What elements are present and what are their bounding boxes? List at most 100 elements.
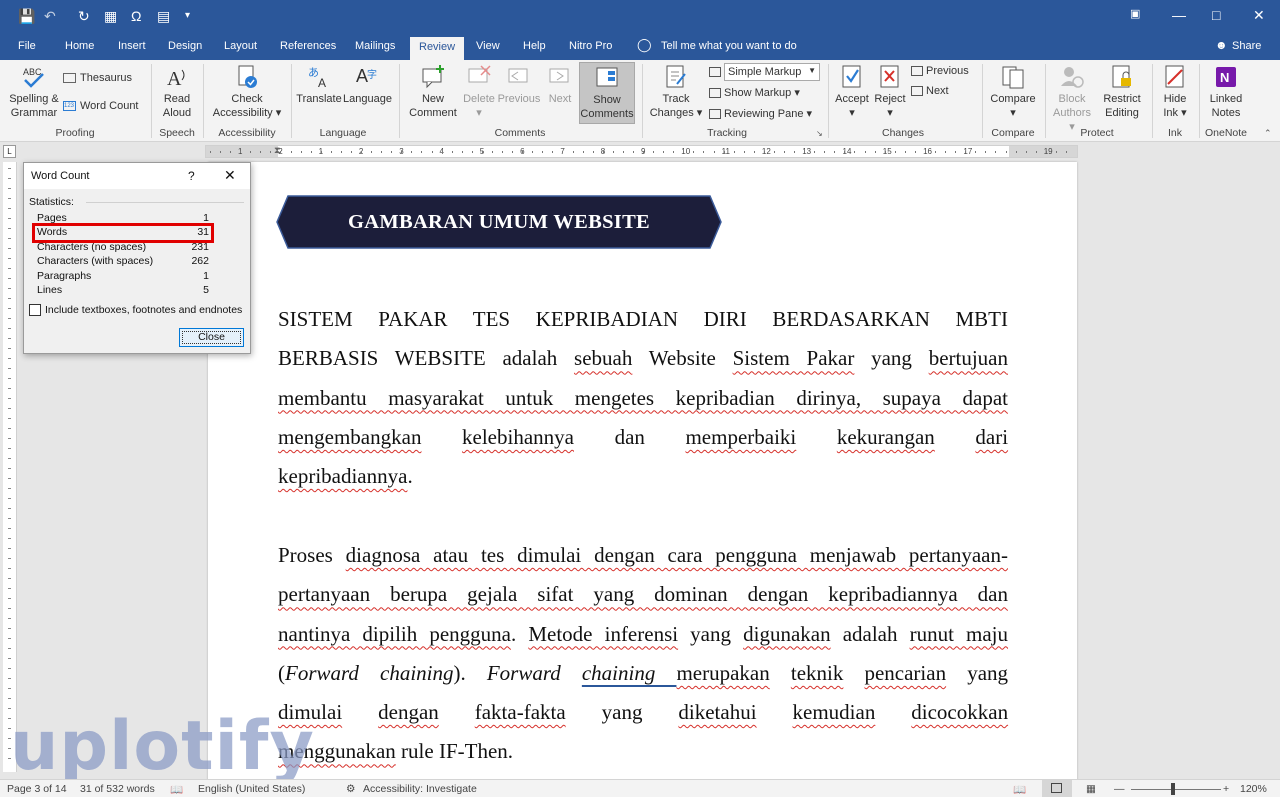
paragraph-2[interactable]: Proses diagnosa atau tes dimulai dengan … bbox=[278, 536, 1008, 772]
paragraph-1[interactable]: SISTEM PAKAR TES KEPRIBADIAN DIRI BERDAS… bbox=[278, 300, 1008, 496]
document-icon[interactable]: ▤ bbox=[157, 7, 170, 25]
zoom-out-button[interactable]: — bbox=[1114, 783, 1125, 795]
tab-nitro-pro[interactable]: Nitro Pro bbox=[569, 40, 612, 52]
share-button[interactable]: Share bbox=[1232, 40, 1261, 52]
ruler-tick bbox=[8, 248, 11, 249]
block-authors-button[interactable]: Block Authors ▾ bbox=[1049, 64, 1095, 134]
compare-button[interactable]: Compare ▾ bbox=[987, 64, 1039, 120]
ruler-tick bbox=[8, 268, 11, 269]
ruler-tick bbox=[8, 688, 11, 689]
reject-button[interactable]: Reject ▾ bbox=[872, 64, 908, 120]
tab-home[interactable]: Home bbox=[65, 40, 94, 52]
indent-marker-icon[interactable]: ⧗ bbox=[274, 145, 280, 156]
vertical-ruler[interactable] bbox=[3, 162, 17, 772]
ruler-tick bbox=[924, 151, 926, 153]
restrict-editing-button[interactable]: Restrict Editing bbox=[1098, 64, 1146, 120]
line-fragment: dan bbox=[614, 424, 645, 449]
hide-ink-button[interactable]: Hide Ink ▾ bbox=[1156, 64, 1194, 120]
read-aloud-button[interactable]: A Read Aloud bbox=[157, 64, 197, 120]
ruler-tick bbox=[290, 151, 292, 153]
zoom-level[interactable]: 120% bbox=[1240, 783, 1267, 795]
read-mode-icon[interactable]: 📖 bbox=[1013, 783, 1026, 796]
tab-review[interactable]: Review bbox=[410, 37, 465, 60]
previous-comment-button[interactable]: Previous bbox=[497, 64, 541, 106]
accessibility-indicator[interactable]: Accessibility: Investigate bbox=[363, 783, 477, 795]
print-layout-icon[interactable] bbox=[1042, 780, 1072, 797]
heading-text: GAMBARAN UMUM WEBSITE bbox=[347, 211, 651, 233]
zoom-slider-thumb[interactable] bbox=[1171, 783, 1175, 795]
web-layout-icon[interactable]: ▦ bbox=[1086, 783, 1096, 795]
thesaurus-button[interactable]: Thesaurus bbox=[63, 72, 132, 84]
new-comment-button[interactable]: New Comment bbox=[405, 64, 461, 120]
restore-ribbon-icon[interactable]: ▣ bbox=[1130, 7, 1140, 20]
dialog-help-button[interactable]: ? bbox=[188, 169, 195, 183]
ruler-tick bbox=[8, 448, 11, 449]
word-count-indicator[interactable]: 31 of 532 words bbox=[80, 783, 155, 795]
show-comments-button[interactable]: Show Comments bbox=[579, 62, 635, 124]
show-markup-icon bbox=[709, 88, 721, 99]
tab-view[interactable]: View bbox=[476, 40, 500, 52]
ruler-tick bbox=[8, 258, 11, 259]
markup-select[interactable]: Simple Markup ▼ bbox=[724, 63, 820, 81]
document-heading[interactable]: GAMBARAN UMUM WEBSITE bbox=[276, 195, 722, 249]
table-icon[interactable]: ▦ bbox=[104, 7, 117, 25]
redo-icon[interactable]: ↻ bbox=[78, 7, 90, 25]
markup-dropdown[interactable]: Simple Markup ▼ bbox=[709, 63, 820, 81]
save-icon[interactable]: 💾 bbox=[18, 7, 35, 25]
tab-references[interactable]: References bbox=[280, 40, 336, 52]
tab-design[interactable]: Design bbox=[168, 40, 202, 52]
dialog-launcher-icon[interactable]: ↘ bbox=[816, 129, 823, 138]
ruler-tick bbox=[965, 151, 967, 153]
close-icon[interactable]: ✕ bbox=[1253, 7, 1265, 24]
proofing-icon[interactable]: 📖 bbox=[170, 783, 183, 796]
ruler-tick bbox=[713, 151, 715, 153]
statistic-label: Lines bbox=[37, 284, 63, 296]
track-changes-button[interactable]: Track Changes ▾ bbox=[648, 64, 704, 120]
customize-icon[interactable]: ▾ bbox=[185, 7, 190, 25]
translate-button[interactable]: あA Translate bbox=[296, 64, 342, 106]
ruler-tick bbox=[753, 151, 755, 153]
zoom-in-button[interactable]: + bbox=[1223, 783, 1229, 795]
translate-label: Translate bbox=[296, 93, 342, 105]
next-change-button[interactable]: Next bbox=[911, 85, 949, 97]
tab-layout[interactable]: Layout bbox=[224, 40, 257, 52]
show-comments-icon bbox=[596, 67, 618, 87]
tab-file[interactable]: File bbox=[18, 40, 36, 52]
tab-insert[interactable]: Insert bbox=[118, 40, 146, 52]
delete-comment-button[interactable]: Delete ▾ bbox=[460, 64, 498, 120]
accept-button[interactable]: Accept ▾ bbox=[833, 64, 871, 120]
word-count-button[interactable]: 123 Word Count bbox=[63, 100, 139, 112]
ribbon-separator bbox=[1199, 64, 1200, 138]
maximize-icon[interactable]: □ bbox=[1212, 7, 1220, 23]
minimize-icon[interactable]: — bbox=[1172, 7, 1186, 23]
tab-selector-icon[interactable]: L bbox=[3, 145, 16, 158]
tell-me-search[interactable]: Tell me what you want to do bbox=[661, 40, 797, 52]
ruler-tick bbox=[8, 568, 11, 569]
words-highlight bbox=[32, 223, 214, 243]
collapse-ribbon-icon[interactable]: ⌃ bbox=[1264, 128, 1272, 139]
thesaurus-icon bbox=[63, 73, 76, 84]
language-button[interactable]: A字 Language bbox=[343, 64, 392, 106]
undo-icon[interactable]: ↶ bbox=[44, 7, 56, 25]
horizontal-ruler[interactable]: 12123456789101112131415161719⧗ bbox=[205, 145, 1078, 158]
zoom-slider[interactable] bbox=[1131, 789, 1221, 790]
next-comment-button[interactable]: Next bbox=[542, 64, 578, 106]
ruler-tick bbox=[361, 151, 363, 153]
ruler-tick bbox=[461, 151, 463, 153]
reviewing-pane-button[interactable]: Reviewing Pane ▾ bbox=[709, 107, 812, 120]
page-indicator[interactable]: Page 3 of 14 bbox=[7, 783, 67, 795]
show-markup-button[interactable]: Show Markup ▾ bbox=[709, 86, 800, 99]
dialog-close-icon[interactable]: ✕ bbox=[224, 167, 236, 184]
include-textboxes-checkbox[interactable] bbox=[29, 304, 41, 316]
previous-change-button[interactable]: Previous bbox=[911, 65, 969, 77]
close-button[interactable]: Close bbox=[179, 328, 244, 347]
spelling-grammar-button[interactable]: ABC Spelling & Grammar bbox=[6, 64, 62, 120]
check-accessibility-button[interactable]: Check Accessibility ▾ bbox=[208, 64, 286, 120]
linked-notes-button[interactable]: N Linked Notes bbox=[1203, 64, 1249, 120]
omega-icon[interactable]: Ω bbox=[131, 7, 141, 25]
tab-help[interactable]: Help bbox=[523, 40, 546, 52]
ruler-tick bbox=[8, 468, 11, 469]
tab-mailings[interactable]: Mailings bbox=[355, 40, 395, 52]
accessibility-status-icon[interactable]: ⚙ bbox=[346, 783, 355, 795]
language-indicator[interactable]: English (United States) bbox=[198, 783, 305, 795]
